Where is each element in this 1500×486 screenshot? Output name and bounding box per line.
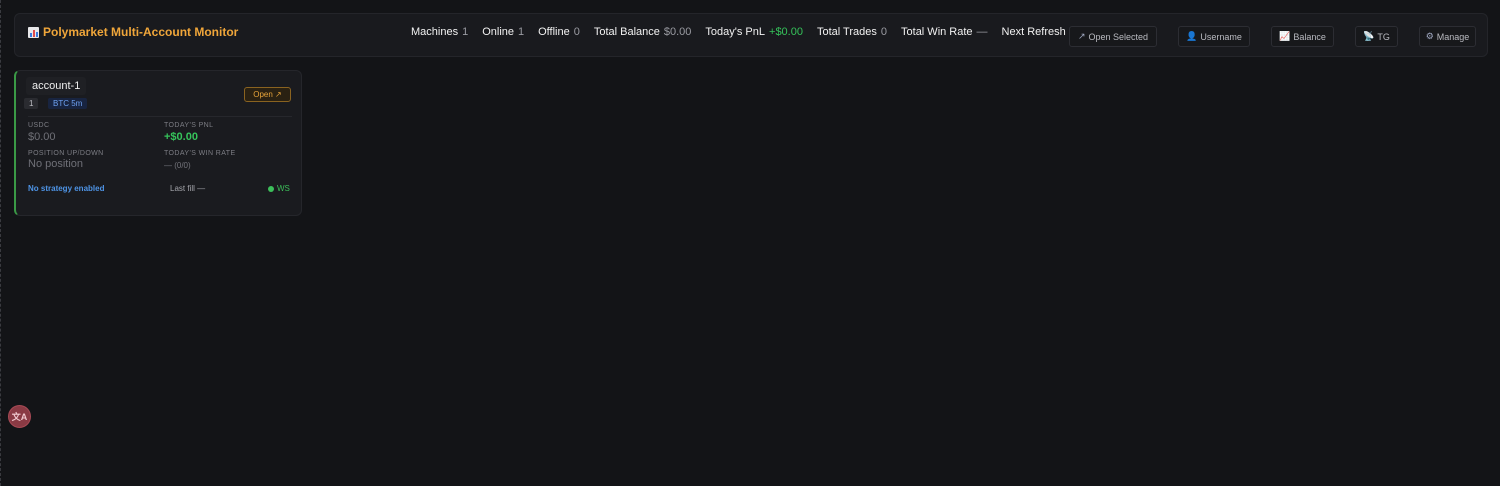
- open-account-button[interactable]: Open ↗: [244, 87, 291, 102]
- stat-machines: Machines 1: [411, 26, 469, 38]
- stat-total-balance: Total Balance $0.00: [593, 26, 692, 38]
- position-label: POSITION UP/DOWN: [28, 150, 104, 157]
- ws-status: WS: [268, 184, 290, 193]
- todays-win-rate-label: TODAY'S WIN RATE: [164, 150, 236, 157]
- todays-win-rate-value: — (0/0): [164, 161, 191, 170]
- account-card[interactable]: account-1 1 BTC 5m Open ↗ USDC $0.00 TOD…: [14, 70, 302, 216]
- open-selected-button[interactable]: ↗ Open Selected: [1069, 26, 1157, 47]
- strategy-status[interactable]: No strategy enabled: [28, 184, 104, 193]
- tg-button[interactable]: 📡 TG: [1355, 26, 1398, 47]
- username-button[interactable]: 👤 Username: [1178, 26, 1250, 47]
- todays-pnl-label: TODAY'S PNL: [164, 122, 214, 129]
- satellite-icon: 📡: [1363, 31, 1375, 41]
- status-dot-icon: [268, 185, 274, 192]
- trend-chart-icon: 📈: [1279, 31, 1291, 41]
- position-value: No position: [28, 158, 84, 170]
- stat-online: Online 1: [482, 26, 525, 38]
- account-index-badge: 1: [24, 98, 39, 109]
- todays-pnl-value: +$0.00: [164, 131, 198, 143]
- window-edge: [0, 0, 2, 486]
- manage-button[interactable]: ⚙ Manage: [1419, 26, 1476, 47]
- app-title: Polymarket Multi-Account Monitor: [28, 24, 238, 40]
- user-icon: 👤: [1186, 31, 1198, 41]
- external-link-icon: ↗: [1077, 31, 1086, 41]
- stat-total-trades: Total Trades 0: [816, 26, 888, 38]
- market-badge: BTC 5m: [48, 98, 88, 109]
- stat-total-win-rate: Total Win Rate —: [901, 26, 988, 38]
- stat-todays-pnl: Today's PnL +$0.00: [705, 26, 803, 38]
- balance-button[interactable]: 📈 Balance: [1271, 26, 1334, 47]
- account-name: account-1: [26, 77, 87, 95]
- top-bar: Polymarket Multi-Account Monitor Machine…: [14, 13, 1488, 57]
- summary-stats: Machines 1 Online 1 Offline 0 Total Balance…: [411, 26, 1081, 40]
- app-title-text: Polymarket Multi-Account Monitor: [43, 25, 239, 39]
- bar-chart-icon: [28, 26, 39, 38]
- usdc-value: $0.00: [28, 131, 56, 143]
- last-fill: Last fill —: [170, 184, 206, 193]
- usdc-label: USDC: [28, 122, 50, 129]
- gear-icon: ⚙: [1425, 31, 1434, 41]
- translate-icon[interactable]: 文A: [8, 405, 31, 428]
- stat-offline: Offline 0: [538, 26, 580, 38]
- card-divider: [28, 116, 292, 117]
